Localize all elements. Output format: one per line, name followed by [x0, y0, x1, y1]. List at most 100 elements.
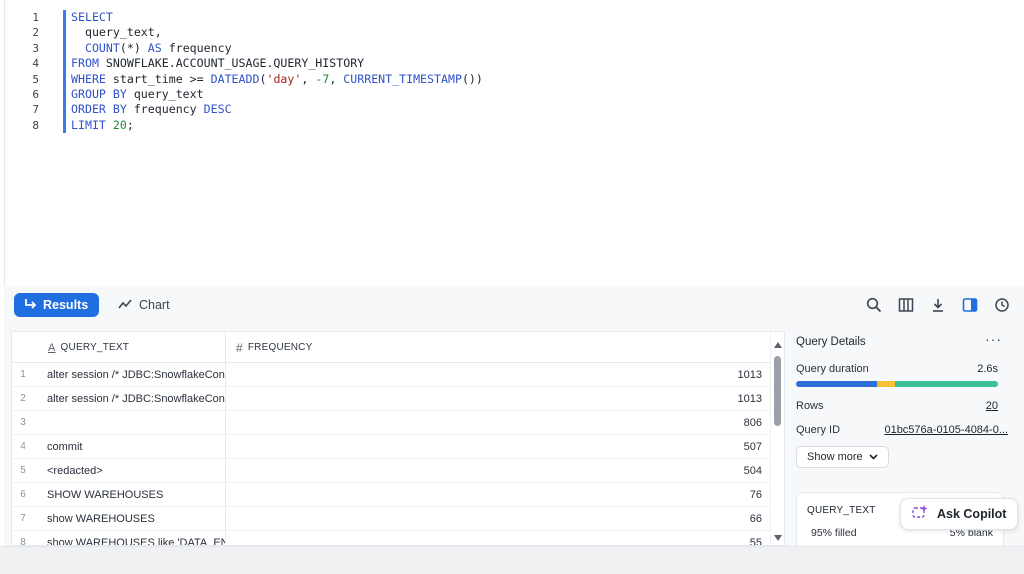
- code-text[interactable]: WHERE start_time >= DATEADD('day', -7, C…: [71, 72, 483, 87]
- split-view-icon[interactable]: [960, 295, 980, 315]
- history-icon[interactable]: [992, 295, 1012, 315]
- columns-icon[interactable]: [896, 295, 916, 315]
- code-token: WHERE: [71, 71, 106, 86]
- frequency-cell[interactable]: 55: [750, 531, 762, 545]
- code-text[interactable]: query_text,: [71, 25, 162, 40]
- row-number: 5: [20, 465, 26, 476]
- query-text-cell[interactable]: alter session /* JDBC:SnowflakeConnectio…: [47, 387, 225, 411]
- code-token: CURRENT_TIMESTAMP: [343, 71, 462, 86]
- code-line[interactable]: 5 WHERE start_time >= DATEADD('day', -7, …: [5, 71, 1024, 87]
- row-number: 3: [20, 417, 26, 428]
- table-row[interactable]: 6 SHOW WAREHOUSES 76: [12, 483, 772, 507]
- query-id-link[interactable]: 01bc576a-0105-4084-0...: [884, 424, 1008, 436]
- query-id-label: Query ID: [796, 424, 841, 436]
- results-toolbar: Results Chart: [4, 286, 1024, 326]
- rows-value-link[interactable]: 20: [986, 400, 998, 412]
- code-lines[interactable]: 1 SELECT 2 query_text, 3 COUNT(*) AS freque…: [5, 10, 1024, 134]
- code-text[interactable]: LIMIT 20;: [71, 118, 134, 133]
- frequency-cell[interactable]: 504: [744, 459, 762, 483]
- row-number: 4: [20, 441, 26, 452]
- grid-header: A QUERY_TEXT # FREQUENCY: [12, 332, 772, 545]
- column-header-query-text[interactable]: A QUERY_TEXT: [48, 332, 129, 363]
- table-row[interactable]: 3 806: [12, 411, 772, 435]
- line-number: 1: [32, 11, 39, 24]
- status-footer: [0, 546, 1024, 574]
- line-highlight-bar: [63, 117, 66, 134]
- code-token: frequency: [126, 102, 204, 117]
- table-row[interactable]: 4 commit 507: [12, 435, 772, 459]
- column-header-label: FREQUENCY: [247, 342, 313, 353]
- show-more-button[interactable]: Show more: [796, 446, 889, 468]
- code-line[interactable]: 6 GROUP BY query_text: [5, 86, 1024, 103]
- row-number: 8: [20, 537, 26, 546]
- ask-copilot-button[interactable]: Ask Copilot: [900, 498, 1018, 530]
- query-text-cell[interactable]: show WAREHOUSES like 'DATA_ENGINEERING_W…: [47, 531, 225, 545]
- query-text-cell[interactable]: [47, 411, 225, 435]
- code-token: 20: [112, 117, 127, 132]
- chart-tab-button[interactable]: Chart: [112, 293, 176, 317]
- results-grid[interactable]: A QUERY_TEXT # FREQUENCY 1 alter session …: [11, 331, 785, 546]
- code-text[interactable]: GROUP BY query_text: [71, 87, 204, 102]
- scroll-thumb[interactable]: [774, 356, 781, 426]
- number-type-icon: #: [236, 340, 243, 355]
- frequency-cell[interactable]: 507: [744, 435, 762, 459]
- table-row[interactable]: 2 alter session /* JDBC:SnowflakeConnecti…: [12, 387, 772, 411]
- column-header-frequency[interactable]: # FREQUENCY: [236, 332, 312, 363]
- frequency-cell[interactable]: 66: [750, 507, 762, 531]
- row-number: 6: [20, 489, 26, 500]
- code-token: LIMIT: [71, 117, 106, 132]
- code-line[interactable]: 1 SELECT: [5, 10, 1024, 26]
- code-line[interactable]: 8 LIMIT 20;: [5, 117, 1024, 134]
- line-number: 3: [32, 41, 39, 55]
- table-row[interactable]: 8 show WAREHOUSES like 'DATA_ENGINEERING_…: [12, 531, 772, 546]
- line-highlight-bar: [63, 86, 66, 103]
- duration-segment: [796, 381, 877, 387]
- query-text-cell[interactable]: <redacted>: [47, 459, 225, 483]
- code-text[interactable]: ORDER BY frequency DESC: [71, 102, 232, 117]
- chart-tab-label: Chart: [139, 298, 170, 312]
- results-tab-button[interactable]: Results: [14, 293, 100, 317]
- more-options-icon[interactable]: ···: [985, 331, 1002, 347]
- query-duration-label: Query duration: [796, 363, 869, 375]
- code-line[interactable]: 3 COUNT(*) AS frequency: [5, 40, 1024, 57]
- query-text-cell[interactable]: show WAREHOUSES: [47, 507, 225, 531]
- query-text-cell[interactable]: alter session /* JDBC:SnowflakeConnectio…: [47, 363, 225, 387]
- code-token: DATEADD: [210, 71, 260, 86]
- query-duration-value: 2.6s: [977, 363, 998, 375]
- code-text[interactable]: SELECT: [71, 10, 113, 25]
- frequency-cell[interactable]: 1013: [738, 363, 762, 387]
- code-line[interactable]: 7 ORDER BY frequency DESC: [5, 102, 1024, 118]
- code-token: DESC: [203, 102, 232, 117]
- code-token: ()): [461, 71, 483, 86]
- search-icon[interactable]: [864, 295, 884, 315]
- download-icon[interactable]: [928, 295, 948, 315]
- code-line[interactable]: 4 FROM SNOWFLAKE.ACCOUNT_USAGE.QUERY_HIST…: [5, 56, 1024, 72]
- frequency-cell[interactable]: 1013: [738, 387, 762, 411]
- code-token: start_time >=: [105, 71, 211, 86]
- results-arrow-icon: [24, 298, 37, 313]
- query-text-cell[interactable]: SHOW WAREHOUSES: [47, 483, 225, 507]
- scroll-down-arrow-icon[interactable]: [774, 535, 782, 541]
- chevron-down-icon: [869, 451, 878, 463]
- code-text[interactable]: FROM SNOWFLAKE.ACCOUNT_USAGE.QUERY_HISTO…: [71, 56, 364, 71]
- results-area: Results Chart A QUERY_TEXT # FREQUENCY 1…: [4, 286, 1024, 552]
- duration-segment: [894, 381, 998, 387]
- duration-segment: [876, 381, 895, 387]
- line-highlight-bar: [63, 10, 66, 26]
- code-line[interactable]: 2 query_text,: [5, 25, 1024, 41]
- frequency-cell[interactable]: 76: [750, 483, 762, 507]
- line-highlight-bar: [63, 56, 66, 72]
- code-text[interactable]: COUNT(*) AS frequency: [71, 41, 232, 56]
- code-token: FROM: [71, 56, 99, 71]
- code-token: 'day': [266, 71, 302, 86]
- sql-editor[interactable]: 1 SELECT 2 query_text, 3 COUNT(*) AS freque…: [4, 0, 1024, 286]
- frequency-cell[interactable]: 806: [744, 411, 762, 435]
- table-row[interactable]: 1 alter session /* JDBC:SnowflakeConnecti…: [12, 363, 772, 387]
- grid-scrollbar[interactable]: [770, 332, 784, 545]
- table-row[interactable]: 7 show WAREHOUSES 66: [12, 507, 772, 531]
- scroll-up-arrow-icon[interactable]: [774, 342, 782, 348]
- query-text-cell[interactable]: commit: [47, 435, 225, 459]
- show-more-label: Show more: [807, 451, 863, 463]
- table-row[interactable]: 5 <redacted> 504: [12, 459, 772, 483]
